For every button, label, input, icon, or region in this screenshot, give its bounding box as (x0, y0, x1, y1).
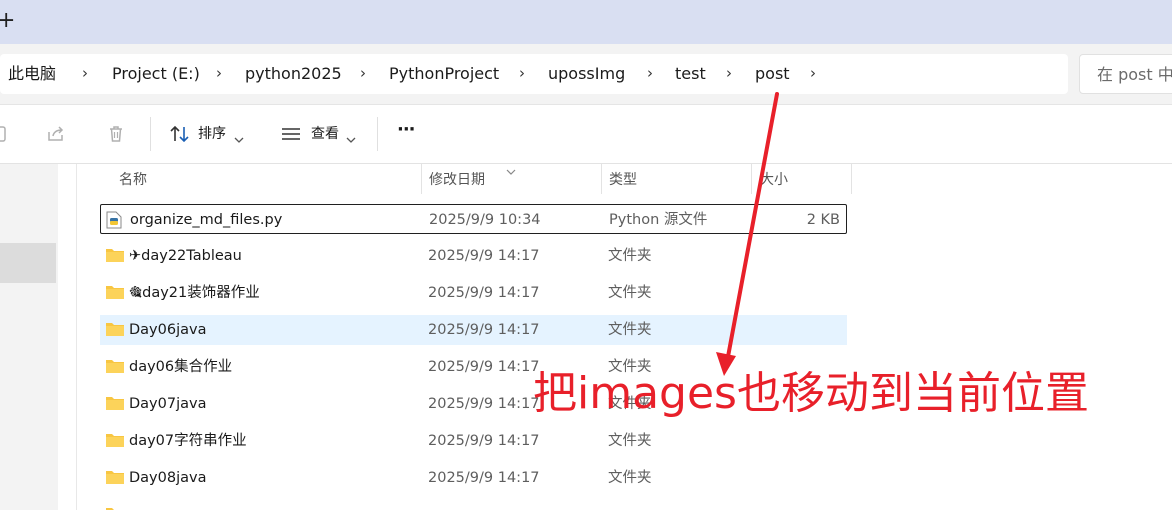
sort-button[interactable]: 排序 (198, 125, 226, 143)
folder-icon (105, 395, 125, 415)
view-icon[interactable] (281, 126, 301, 146)
breadcrumb-separator[interactable]: › (82, 63, 88, 83)
file-row[interactable]: organize_md_files.py 2025/9/9 10:34 Pyth… (100, 204, 847, 234)
folder-name: ✈day22Tableau (129, 248, 242, 264)
breadcrumb-separator[interactable]: › (726, 63, 732, 83)
column-header-date[interactable]: 修改日期 (429, 171, 485, 189)
column-header-type[interactable]: 类型 (609, 171, 637, 189)
delete-icon[interactable] (106, 124, 126, 148)
folder-row[interactable]: day07字符串作业 2025/9/9 14:17 文件夹 (100, 426, 847, 456)
search-placeholder: 在 post 中 (1097, 65, 1172, 84)
folder-icon (105, 247, 125, 267)
folder-icon (105, 358, 125, 378)
folder-name: day07字符串作业 (129, 433, 247, 449)
folder-row[interactable]: ✈day22Tableau 2025/9/9 14:17 文件夹 (100, 241, 847, 271)
annotation-text: 把images也移动到当前位置 (533, 368, 1089, 419)
chevron-down-icon[interactable] (234, 129, 244, 148)
breadcrumb-separator[interactable]: › (216, 63, 222, 83)
folder-icon (105, 284, 125, 304)
folder-icon (105, 469, 125, 489)
folder-icon (105, 506, 125, 510)
column-header-size[interactable]: 大小 (760, 171, 788, 189)
sort-icon[interactable] (169, 124, 191, 148)
folder-row[interactable]: Day08java 2025/9/9 14:17 文件夹 (100, 463, 847, 493)
breadcrumb[interactable]: 此电脑 › Project (E:) › python2025 › Python… (0, 54, 1068, 94)
breadcrumb-separator[interactable]: › (647, 63, 653, 83)
address-bar-row: 此电脑 › Project (E:) › python2025 › Python… (0, 44, 1172, 105)
column-divider[interactable] (751, 164, 752, 194)
breadcrumb-separator[interactable]: › (810, 63, 816, 83)
more-options-button[interactable]: ··· (397, 121, 415, 139)
folder-type: 文件夹 (608, 433, 652, 449)
new-tab-button[interactable]: + (0, 10, 15, 32)
folder-date: 2025/9/9 14:17 (428, 322, 540, 338)
folder-name: Day08java (129, 470, 207, 486)
tab-strip: + (0, 0, 1172, 44)
folder-icon (105, 432, 125, 452)
file-date: 2025/9/9 10:34 (429, 212, 541, 228)
folder-type: 文件夹 (608, 322, 652, 338)
breadcrumb-item-upossimg[interactable]: upossImg (548, 64, 625, 84)
sort-chevron-icon (506, 161, 516, 180)
file-size: 2 KB (806, 212, 840, 228)
breadcrumb-item-pythonproject[interactable]: PythonProject (389, 64, 499, 84)
folder-date: 2025/9/9 14:17 (428, 285, 540, 301)
folder-type: 文件夹 (608, 470, 652, 486)
toolbar-divider (150, 117, 151, 151)
toolbar-divider (377, 117, 378, 151)
folder-name: day06集合作业 (129, 359, 233, 375)
folder-date: 2025/9/9 14:17 (428, 470, 540, 486)
breadcrumb-item-python2025[interactable]: python2025 (245, 64, 342, 84)
column-header-name[interactable]: 名称 (119, 171, 147, 189)
command-bar: 排序 查看 ··· (0, 105, 1172, 164)
breadcrumb-item-post[interactable]: post (755, 64, 790, 84)
folder-row[interactable]: Day06java 2025/9/9 14:17 文件夹 (100, 315, 847, 345)
breadcrumb-separator[interactable]: › (519, 63, 525, 83)
nav-selected-item[interactable] (0, 243, 56, 283)
folder-name: Day07java (129, 396, 207, 412)
folder-type: 文件夹 (608, 248, 652, 264)
column-divider[interactable] (601, 164, 602, 194)
navigation-pane (0, 164, 58, 510)
paste-icon[interactable] (0, 124, 10, 148)
file-type: Python 源文件 (609, 212, 708, 228)
search-input[interactable]: 在 post 中 (1079, 54, 1172, 94)
file-name: organize_md_files.py (130, 212, 283, 228)
folder-date: 2025/9/9 14:17 (428, 248, 540, 264)
share-icon[interactable] (46, 124, 66, 148)
folder-icon (105, 321, 125, 341)
pane-divider[interactable] (76, 164, 77, 510)
folder-date: 2025/9/9 14:17 (428, 359, 540, 375)
folder-date: 2025/9/9 14:17 (428, 433, 540, 449)
column-divider[interactable] (851, 164, 852, 194)
breadcrumb-item-drive[interactable]: Project (E:) (112, 64, 200, 84)
chevron-down-icon[interactable] (346, 129, 356, 148)
folder-type: 文件夹 (608, 285, 652, 301)
folder-date: 2025/9/9 14:17 (428, 396, 540, 412)
python-file-icon (106, 211, 122, 233)
breadcrumb-item-this-pc[interactable]: 此电脑 (8, 64, 56, 84)
folder-row-partial[interactable] (100, 500, 847, 510)
breadcrumb-separator[interactable]: › (360, 63, 366, 83)
folder-row[interactable]: 🎕day21装饰器作业 2025/9/9 14:17 文件夹 (100, 278, 847, 308)
view-button[interactable]: 查看 (311, 125, 339, 143)
column-divider[interactable] (421, 164, 422, 194)
folder-name: Day06java (129, 322, 207, 338)
folder-name: 🎕day21装饰器作业 (129, 285, 260, 301)
breadcrumb-item-test[interactable]: test (675, 64, 706, 84)
